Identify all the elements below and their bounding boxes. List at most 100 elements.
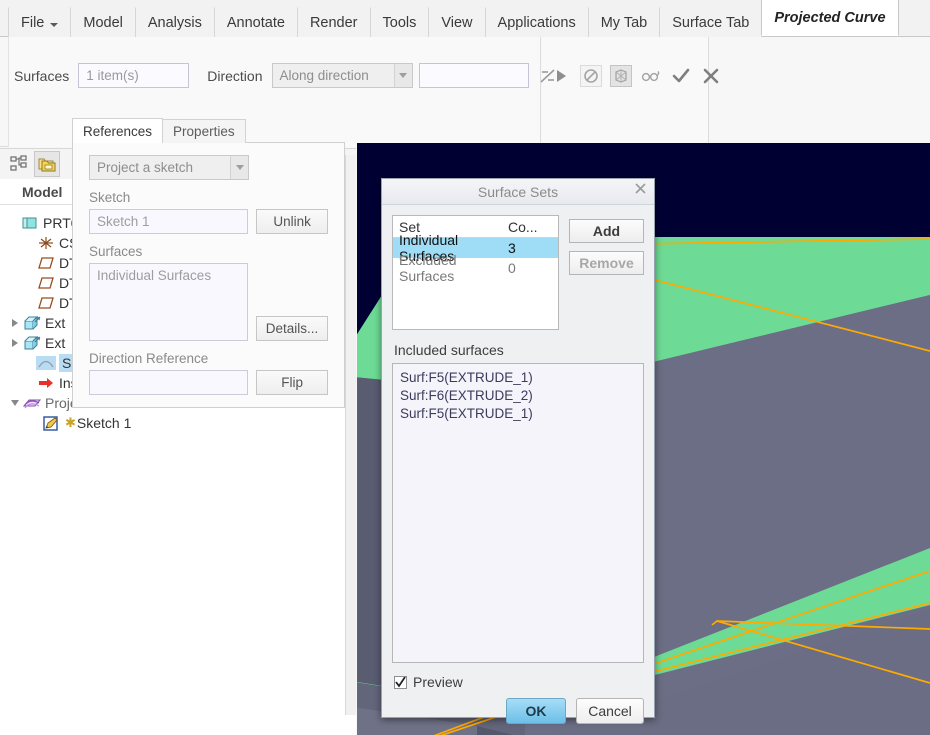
insert-here-icon: [36, 376, 56, 390]
remove-label: Remove: [579, 255, 634, 271]
ribbon-tab-label: View: [441, 14, 473, 31]
tree-item-label: Ext: [45, 335, 66, 351]
ribbon-tab-label: Projected Curve: [774, 9, 886, 26]
no-entry-icon[interactable]: [580, 65, 602, 87]
direction-label: Direction: [207, 67, 263, 84]
list-item[interactable]: Surf:F6(EXTRUDE_2): [400, 387, 636, 405]
folder-layers-icon[interactable]: [34, 151, 60, 177]
list-item[interactable]: Surf:F5(EXTRUDE_1): [400, 369, 636, 387]
ribbon-tab-my-tab[interactable]: My Tab: [587, 7, 661, 37]
surfaces-group-label: Surfaces: [89, 244, 143, 259]
datum-plane-icon: [36, 296, 56, 310]
table-row[interactable]: Excluded Surfaces 0: [393, 252, 558, 284]
sketch-input[interactable]: Sketch 1: [89, 209, 249, 234]
tab-label: Properties: [173, 124, 235, 139]
dialog-title: Surface Sets: [477, 183, 559, 200]
tab-label: References: [83, 123, 153, 139]
sketch-group-label: Sketch: [89, 190, 131, 205]
datum-plane-icon: [36, 276, 56, 290]
ribbon-tab-label: Render: [309, 14, 358, 31]
dialog-action-buttons: OK Cancel: [392, 698, 644, 724]
projection-type-value: Project a sketch: [97, 160, 194, 175]
surfaces-collector-list[interactable]: Individual Surfaces: [89, 263, 248, 341]
surface-sets-table[interactable]: Set Co... Individual Surfaces 3 Excluded…: [392, 215, 559, 330]
preview-checkbox-row[interactable]: Preview: [394, 674, 644, 690]
cancel-button[interactable]: Cancel: [576, 698, 644, 724]
column-header-count: Co...: [508, 218, 538, 235]
ribbon-tab-analysis[interactable]: Analysis: [134, 7, 215, 37]
details-button[interactable]: Details...: [256, 316, 328, 341]
tab-references[interactable]: References: [72, 118, 164, 143]
cancel-label: Cancel: [588, 703, 632, 719]
projected-curve-icon: [22, 396, 42, 411]
direction-mode-value: Along direction: [279, 68, 369, 83]
accept-check-icon[interactable]: [670, 65, 692, 87]
ribbon-tab-annotate[interactable]: Annotate: [213, 7, 298, 37]
remove-button[interactable]: Remove: [569, 251, 644, 275]
extrude-icon: [22, 315, 42, 331]
ribbon-tab-label: Applications: [497, 14, 576, 31]
row-set-name: Excluded Surfaces: [399, 252, 457, 284]
ribbon-tab-label: My Tab: [600, 14, 648, 31]
ribbon-tab-surface-tab[interactable]: Surface Tab: [659, 7, 763, 37]
chevron-down-icon[interactable]: [393, 64, 412, 87]
references-panel: Project a sketch Sketch Sketch 1 Unlink …: [72, 142, 345, 408]
close-icon[interactable]: [635, 183, 646, 194]
list-item[interactable]: Surf:F5(EXTRUDE_1): [400, 405, 636, 423]
surfaces-collector-input[interactable]: 1 item(s): [78, 63, 190, 88]
tree-item-sketch-1[interactable]: ✱ Sketch 1: [0, 413, 356, 433]
ok-label: OK: [525, 703, 547, 719]
expand-collapse-icon[interactable]: [8, 400, 22, 406]
sketch-value: Sketch 1: [97, 214, 150, 229]
dashboard-right-group: [542, 37, 709, 147]
dialog-title-bar[interactable]: Surface Sets: [382, 179, 654, 205]
ribbon-tab-label: Surface Tab: [672, 14, 750, 31]
details-label: Details...: [265, 321, 319, 336]
expand-collapse-icon[interactable]: [8, 319, 22, 327]
ribbon-tab-bar: File Model Analysis Annotate Render Tool…: [0, 0, 930, 37]
surface-sets-dialog: Surface Sets Set Co... Individual Surfac…: [381, 178, 655, 724]
direction-mode-select[interactable]: Along direction: [271, 63, 413, 88]
coord-system-icon: [36, 236, 56, 250]
preview-geometry-icon[interactable]: [610, 65, 632, 87]
row-set-count: 3: [508, 240, 516, 256]
ribbon-tab-view[interactable]: View: [428, 7, 486, 37]
tree-item-label: Ext: [45, 315, 66, 331]
play-icon[interactable]: [550, 65, 572, 87]
included-surfaces-label: Included surfaces: [394, 342, 504, 358]
ribbon-tab-label: Analysis: [147, 14, 202, 31]
direction-reference-input[interactable]: [89, 370, 249, 395]
ribbon-tab-render[interactable]: Render: [296, 7, 371, 37]
chevron-down-icon[interactable]: [230, 156, 248, 179]
modified-asterisk-icon: ✱: [65, 415, 76, 430]
left-panel-scrollbar[interactable]: [345, 155, 356, 715]
surfaces-label: Surfaces: [14, 67, 70, 84]
add-button[interactable]: Add: [569, 219, 644, 243]
ribbon-tab-projected-curve[interactable]: Projected Curve: [761, 0, 899, 36]
ok-button[interactable]: OK: [506, 698, 566, 724]
datum-plane-icon: [36, 256, 56, 270]
show-tree-structure-icon[interactable]: [6, 151, 32, 177]
ribbon-tab-applications[interactable]: Applications: [484, 7, 589, 37]
flip-button[interactable]: Flip: [256, 370, 328, 395]
sketch-pencil-icon: [42, 415, 62, 431]
surfaces-collector-value: Individual Surfaces: [97, 268, 212, 283]
ribbon-tab-label: File: [21, 14, 45, 31]
ribbon-tab-label: Tools: [382, 14, 417, 31]
ribbon-tab-label: Annotate: [226, 14, 285, 31]
tab-properties[interactable]: Properties: [162, 119, 246, 143]
expand-collapse-icon[interactable]: [8, 339, 22, 347]
dashboard-command-icons: [550, 65, 722, 87]
projection-type-select[interactable]: Project a sketch: [89, 155, 249, 180]
preview-checkbox[interactable]: [394, 675, 407, 689]
preview-label: Preview: [413, 674, 463, 690]
glasses-icon[interactable]: [640, 65, 662, 87]
ribbon-tab-tools[interactable]: Tools: [369, 7, 430, 37]
included-surfaces-list[interactable]: Surf:F5(EXTRUDE_1) Surf:F6(EXTRUDE_2) Su…: [392, 363, 644, 663]
ribbon-tab-model[interactable]: Model: [70, 7, 136, 37]
unlink-button[interactable]: Unlink: [256, 209, 328, 234]
ribbon-tab-file[interactable]: File: [8, 7, 72, 37]
cancel-x-icon[interactable]: [700, 65, 722, 87]
add-label: Add: [592, 223, 621, 239]
direction-reference-input[interactable]: [418, 63, 529, 88]
